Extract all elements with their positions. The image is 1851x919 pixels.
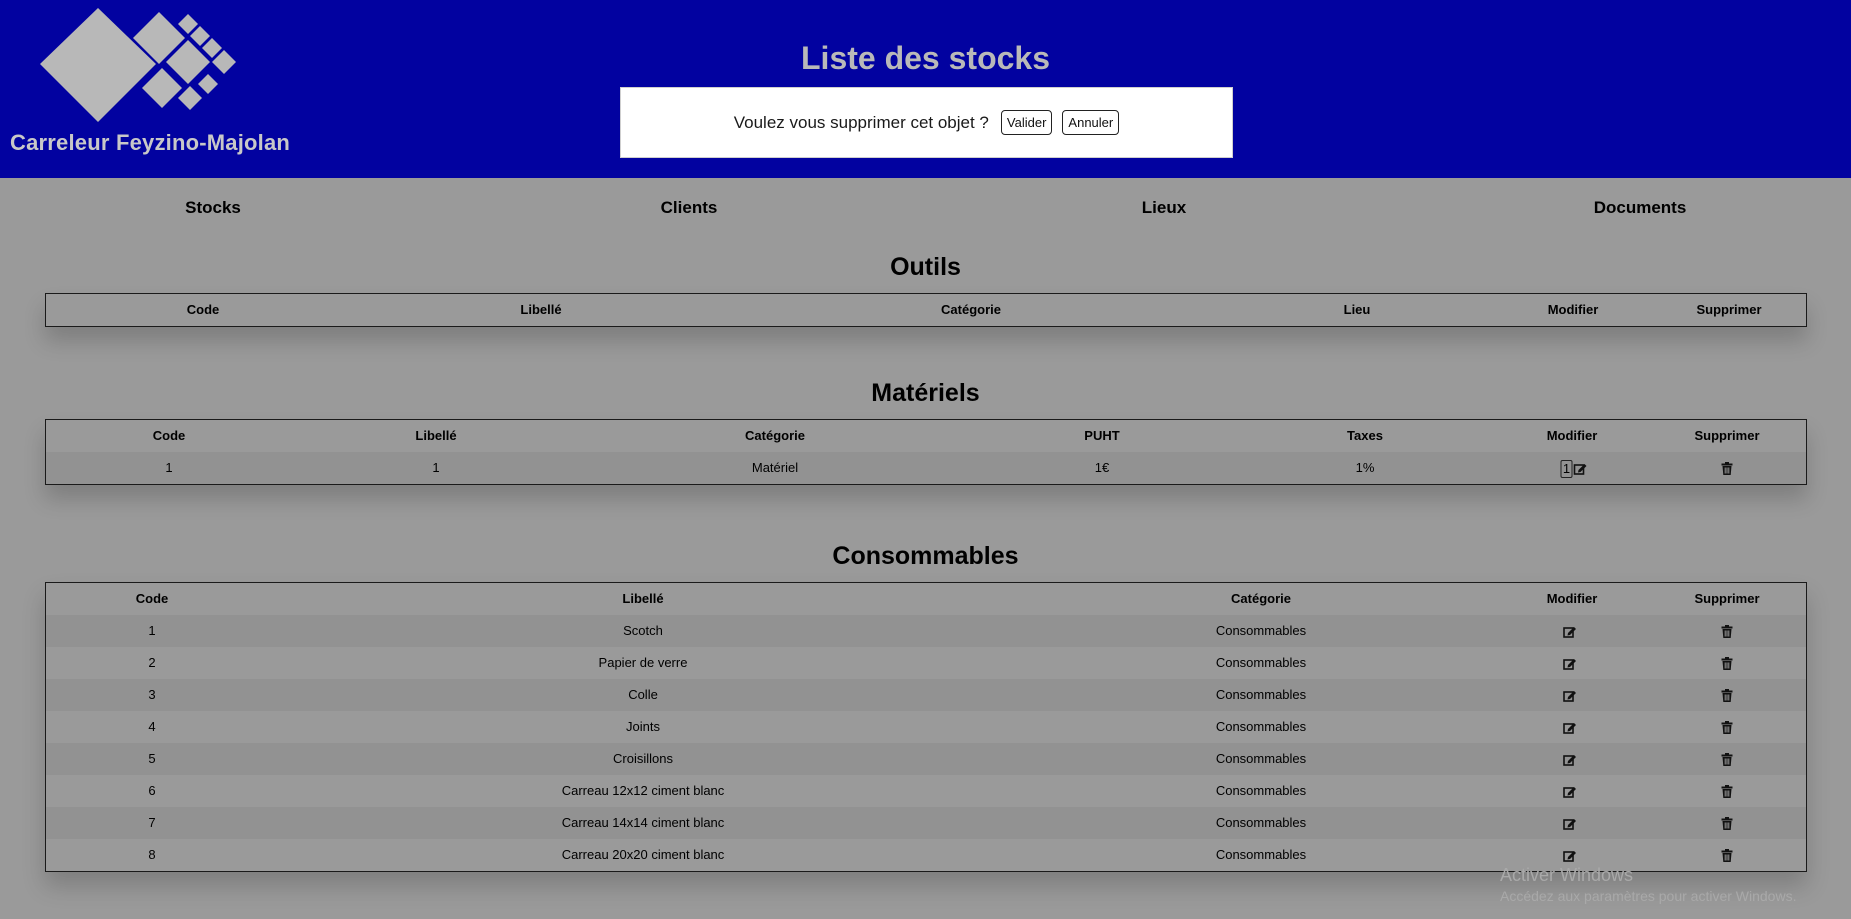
table-row: 1 1 Matériel 1€ 1% 1 [46,452,1806,484]
cell-code: 2 [148,655,156,670]
cell-libelle: Scotch [623,623,663,638]
table-header: Code Libellé Catégorie Lieu Modifier Sup… [46,294,1806,326]
cell-taxes: 1% [1355,460,1375,475]
cell-categorie: Consommables [1215,655,1307,670]
trash-icon[interactable] [1721,839,1733,871]
cell-categorie: Consommables [1215,783,1307,798]
column-header: Catégorie [745,428,805,443]
column-header: PUHT [1084,428,1120,443]
column-header: Taxes [1347,428,1383,443]
table-row: 5 Croisillons Consommables [46,743,1806,775]
column-header: Modifier [1546,428,1598,443]
section-title-outils: Outils [890,253,961,281]
column-header: Modifier [1547,302,1599,317]
table-row: 3 Colle Consommables [46,679,1806,711]
column-header: Supprimer [1694,428,1760,443]
page-title: Liste des stocks [801,40,1050,76]
section-title-consommables: Consommables [832,542,1019,570]
cell-code: 1 [165,460,173,475]
trash-icon[interactable] [1721,711,1733,743]
table-row: 2 Papier de verre Consommables [46,647,1806,679]
trash-icon[interactable] [1721,743,1733,775]
windows-activation-text: Accédez aux paramètres pour activer Wind… [1500,888,1797,904]
main-nav: Stocks Clients Lieux Documents [0,198,1851,222]
table-row: 4 Joints Consommables [46,711,1806,743]
cell-libelle: 1 [432,460,440,475]
trash-icon[interactable] [1721,615,1733,647]
nav-item-documents[interactable]: Documents [1594,198,1687,218]
cell-libelle: Carreau 12x12 ciment blanc [561,783,725,798]
table-row: 1 Scotch Consommables [46,615,1806,647]
materiels-table: Code Libellé Catégorie PUHT Taxes Modifi… [45,419,1807,485]
edit-icon[interactable] [1573,460,1588,475]
cell-categorie: Consommables [1215,751,1307,766]
edit-icon[interactable] [1563,807,1577,839]
edit-icon[interactable] [1563,647,1577,679]
delete-confirm-dialog: Voulez vous supprimer cet objet ? Valide… [620,87,1233,158]
edit-icon[interactable] [1563,679,1577,711]
column-header: Lieu [1343,302,1371,317]
nav-item-stocks[interactable]: Stocks [185,198,241,218]
cancel-button[interactable]: Annuler [1062,110,1120,135]
cell-libelle: Croisillons [613,751,673,766]
column-header: Supprimer [1696,302,1762,317]
table-header: Code Libellé Catégorie Modifier Supprime… [46,583,1806,615]
dialog-question: Voulez vous supprimer cet objet ? [733,112,989,132]
edit-icon[interactable] [1563,711,1577,743]
trash-icon[interactable] [1721,775,1733,807]
edit-icon[interactable] [1563,615,1577,647]
windows-activation-title: Activer Windows [1500,865,1634,885]
header-banner: Carreleur Feyzino-Majolan Liste des stoc… [0,0,1851,178]
cell-libelle: Joints [626,719,660,734]
column-header: Libellé [520,302,562,317]
edit-icon[interactable] [1563,775,1577,807]
cell-categorie: Consommables [1215,847,1307,862]
column-header: Supprimer [1694,591,1760,606]
cell-code: 5 [148,751,156,766]
cell-categorie: Consommables [1215,815,1307,830]
cell-code: 6 [148,783,156,798]
table-header: Code Libellé Catégorie PUHT Taxes Modifi… [46,420,1806,452]
cell-code: 1 [148,623,156,638]
cell-categorie: Matériel [751,460,799,475]
column-header: Modifier [1546,591,1598,606]
modify-value-field[interactable]: 1 [1560,459,1573,478]
cell-libelle: Carreau 20x20 ciment blanc [561,847,725,862]
confirm-button[interactable]: Valider [1000,110,1053,135]
consommables-table: Code Libellé Catégorie Modifier Supprime… [45,582,1807,872]
cell-categorie: Consommables [1215,719,1307,734]
cell-code: 7 [148,815,156,830]
modify-cell: 1 [1560,452,1588,484]
cell-libelle: Papier de verre [598,655,688,670]
cell-libelle: Colle [628,687,658,702]
column-header: Code [186,302,220,317]
column-header: Libellé [415,428,457,443]
cell-code: 8 [148,847,156,862]
cell-libelle: Carreau 14x14 ciment blanc [561,815,725,830]
table-row: 6 Carreau 12x12 ciment blanc Consommables [46,775,1806,807]
edit-icon[interactable] [1563,743,1577,775]
cell-code: 4 [148,719,156,734]
trash-icon[interactable] [1721,807,1733,839]
cell-puht: 1€ [1094,460,1110,475]
nav-item-clients[interactable]: Clients [661,198,718,218]
column-header: Catégorie [1231,591,1291,606]
column-header: Code [152,428,186,443]
outils-table: Code Libellé Catégorie Lieu Modifier Sup… [45,293,1807,327]
column-header: Code [135,591,169,606]
nav-item-lieux[interactable]: Lieux [1142,198,1186,218]
column-header: Catégorie [941,302,1001,317]
section-title-materiels: Matériels [871,379,980,407]
cell-categorie: Consommables [1215,623,1307,638]
trash-icon[interactable] [1721,679,1733,711]
trash-icon[interactable] [1721,647,1733,679]
cell-categorie: Consommables [1215,687,1307,702]
table-row: 7 Carreau 14x14 ciment blanc Consommables [46,807,1806,839]
trash-icon[interactable] [1721,452,1733,484]
cell-code: 3 [148,687,156,702]
column-header: Libellé [622,591,664,606]
brand-name: Carreleur Feyzino-Majolan [10,130,291,155]
